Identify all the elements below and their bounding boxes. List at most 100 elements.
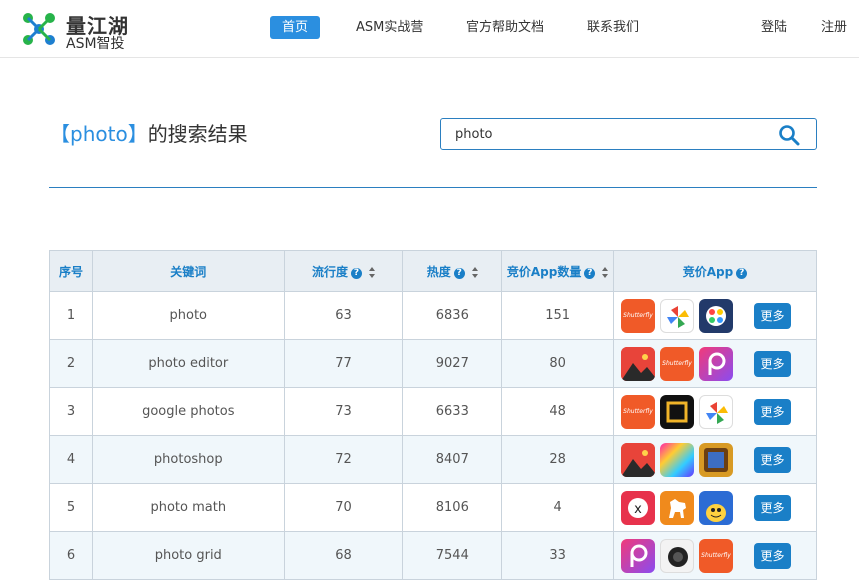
more-button[interactable]: 更多 <box>754 398 792 425</box>
more-button[interactable]: 更多 <box>754 494 792 521</box>
sort-icon[interactable] <box>471 266 478 278</box>
cell-heat: 8106 <box>402 483 503 532</box>
cell-bid-count: 80 <box>501 339 615 388</box>
gold-frame-app-icon[interactable] <box>699 442 734 477</box>
nav-register[interactable]: 注册 <box>821 16 847 39</box>
cell-heat: 7544 <box>402 531 503 580</box>
shutterfly-app-icon[interactable]: Shutterfly <box>621 298 656 333</box>
cell-popularity: 63 <box>283 291 404 340</box>
table-body: 1 photo 63 6836 151 Shutterfly 更多 2 photo editor… <box>49 291 817 580</box>
nav-login[interactable]: 登陆 <box>761 16 787 39</box>
svg-text:x: x <box>634 502 642 517</box>
cell-index: 1 <box>49 291 93 340</box>
title-suffix: 的搜索结果 <box>147 122 248 146</box>
help-icon[interactable]: ? <box>736 267 748 279</box>
cell-heat: 9027 <box>402 339 503 388</box>
rainbow-editor-app-icon[interactable] <box>660 442 695 477</box>
cell-heat: 6633 <box>402 387 503 436</box>
shutterfly-app-icon[interactable]: Shutterfly <box>699 538 734 573</box>
cell-index: 4 <box>49 435 93 484</box>
cell-index: 2 <box>49 339 93 388</box>
picsart-app-icon[interactable] <box>699 346 734 381</box>
title-keyword: photo <box>70 122 128 146</box>
page-title: 【photo】的搜索结果 <box>50 118 248 147</box>
picsart-app-icon[interactable] <box>621 538 656 573</box>
cell-bid-apps: Shutterfly 更多 <box>613 387 817 436</box>
nav-home[interactable]: 首页 <box>270 16 321 39</box>
cell-bid-apps: Shutterfly 更多 <box>613 339 817 388</box>
header-popularity[interactable]: 流行度? <box>283 250 404 292</box>
header-bid-count[interactable]: 竞价App数量? <box>501 250 615 292</box>
camera-app-icon[interactable] <box>660 538 695 573</box>
x-app-icon[interactable]: x <box>621 490 656 525</box>
header-keyword: 关键词 <box>91 250 285 292</box>
table-row: 2 photo editor 77 9027 80 Shutterfly 更多 <box>49 339 817 388</box>
cell-bid-count: 33 <box>501 531 615 580</box>
table-header-row: 序号 关键词 流行度? 热度? 竞价App数量? 竞价App? <box>49 250 817 292</box>
brand-logo[interactable]: 量江湖 ASM智投 <box>20 8 130 52</box>
top-header: 量江湖 ASM智投 首页 ASM实战营 官方帮助文档 联系我们 登陆 注册 <box>0 0 859 58</box>
cell-popularity: 70 <box>283 483 404 532</box>
nav-contact[interactable]: 联系我们 <box>587 16 639 39</box>
search-box <box>440 118 817 150</box>
nav-help-docs[interactable]: 官方帮助文档 <box>466 16 544 39</box>
cell-bid-apps: 更多 <box>613 435 817 484</box>
cell-index: 5 <box>49 483 93 532</box>
landscape-photo-app-icon[interactable] <box>621 442 656 477</box>
nav-asm-camp[interactable]: ASM实战营 <box>356 16 423 39</box>
frame-app-icon[interactable] <box>660 394 695 429</box>
cell-bid-count: 48 <box>501 387 615 436</box>
cell-bid-apps: Shutterfly 更多 <box>613 291 817 340</box>
title-bracket-open: 【 <box>50 122 70 146</box>
table-row: 4 photoshop 72 8407 28 更多 <box>49 435 817 484</box>
section-divider <box>49 187 817 188</box>
header-index: 序号 <box>49 250 93 292</box>
google-photos-app-icon[interactable] <box>660 298 695 333</box>
search-icon[interactable] <box>778 124 800 146</box>
brand-name-en: ASM智投 <box>66 36 125 52</box>
cell-keyword[interactable]: photo <box>91 291 285 340</box>
help-icon[interactable]: ? <box>351 267 362 279</box>
cell-keyword[interactable]: photo math <box>91 483 285 532</box>
header-heat[interactable]: 热度? <box>402 250 503 292</box>
table-row: 5 photo math 70 8106 4 x 更多 <box>49 483 817 532</box>
search-input[interactable] <box>455 119 775 149</box>
cell-keyword[interactable]: photo grid <box>91 531 285 580</box>
monster-app-icon[interactable] <box>699 490 734 525</box>
cell-popularity: 73 <box>283 387 404 436</box>
table-row: 6 photo grid 68 7544 33 Shutterfly 更多 <box>49 531 817 580</box>
more-button[interactable]: 更多 <box>754 542 792 569</box>
cell-bid-count: 4 <box>501 483 615 532</box>
sort-icon[interactable] <box>369 266 375 278</box>
google-photos-app-icon[interactable] <box>699 394 734 429</box>
table-row: 3 google photos 73 6633 48 Shutterfly 更多 <box>49 387 817 436</box>
cell-heat: 6836 <box>402 291 503 340</box>
help-icon[interactable]: ? <box>453 267 465 279</box>
cell-bid-apps: x 更多 <box>613 483 817 532</box>
cell-index: 3 <box>49 387 93 436</box>
table-row: 1 photo 63 6836 151 Shutterfly 更多 <box>49 291 817 340</box>
results-table: 序号 关键词 流行度? 热度? 竞价App数量? 竞价App? 1 photo 63… <box>49 250 817 580</box>
color-wheel-app-icon[interactable] <box>699 298 734 333</box>
cell-keyword[interactable]: google photos <box>91 387 285 436</box>
horse-app-icon[interactable] <box>660 490 695 525</box>
more-button[interactable]: 更多 <box>754 302 792 329</box>
more-button[interactable]: 更多 <box>754 446 792 473</box>
header-bid-apps: 竞价App? <box>613 250 817 292</box>
help-icon[interactable]: ? <box>584 267 596 279</box>
cell-popularity: 68 <box>283 531 404 580</box>
cell-index: 6 <box>49 531 93 580</box>
cell-keyword[interactable]: photo editor <box>91 339 285 388</box>
cell-bid-count: 28 <box>501 435 615 484</box>
landscape-photo-app-icon[interactable] <box>621 346 656 381</box>
cell-keyword[interactable]: photoshop <box>91 435 285 484</box>
shutterfly-app-icon[interactable]: Shutterfly <box>621 394 656 429</box>
more-button[interactable]: 更多 <box>754 350 792 377</box>
cell-bid-count: 151 <box>501 291 615 340</box>
shutterfly-app-icon[interactable]: Shutterfly <box>660 346 695 381</box>
cell-heat: 8407 <box>402 435 503 484</box>
logo-molecule-icon <box>23 13 55 45</box>
cell-bid-apps: Shutterfly 更多 <box>613 531 817 580</box>
sort-icon[interactable] <box>602 266 609 278</box>
cell-popularity: 77 <box>283 339 404 388</box>
